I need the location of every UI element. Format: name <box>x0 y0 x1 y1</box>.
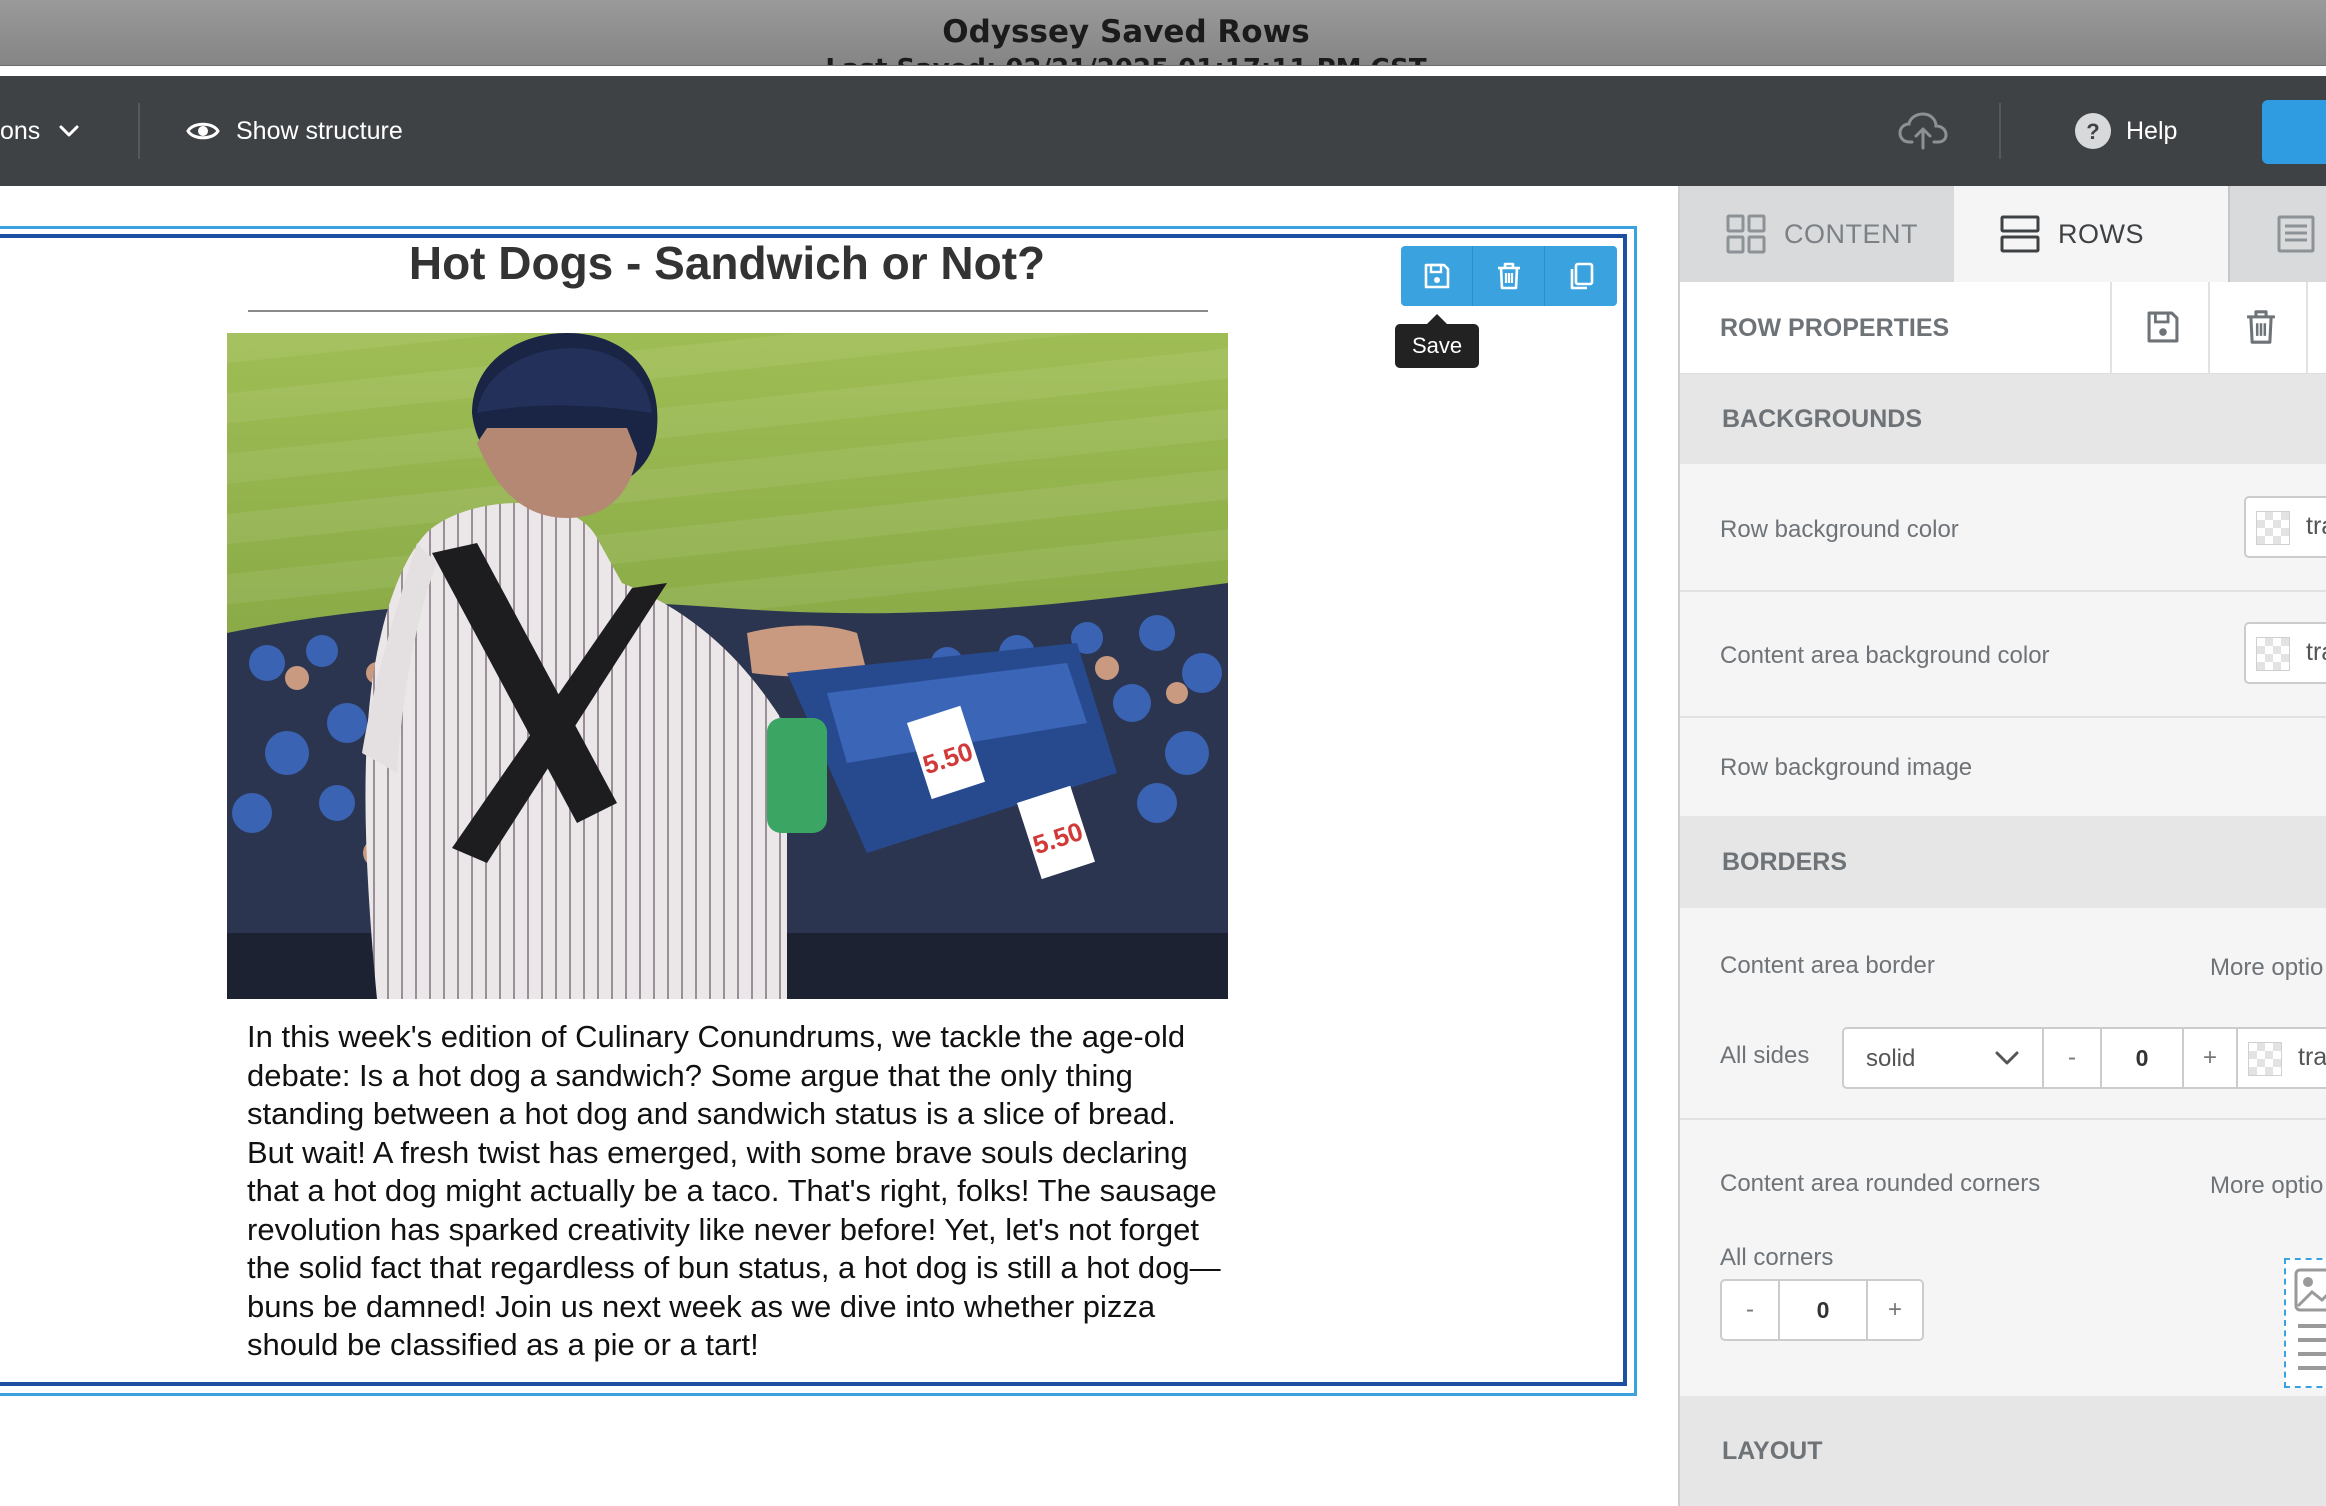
row-bg-color-row: Row background color tra <box>1680 464 2326 592</box>
corner-radius-increment[interactable]: + <box>1868 1281 1922 1339</box>
chevron-down-icon <box>58 124 80 138</box>
corner-radius-stepper: - 0 + <box>1720 1279 1924 1341</box>
tab-rows[interactable]: ROWS <box>1954 186 2228 282</box>
row-bg-color-picker[interactable]: tra <box>2244 496 2326 558</box>
row-bg-image-row[interactable]: Row background image <box>1680 718 2326 816</box>
section-layout[interactable]: LAYOUT <box>1680 1396 2326 1506</box>
save-tooltip: Save <box>1395 314 1480 368</box>
tab-settings[interactable] <box>2228 186 2326 282</box>
help-button[interactable]: ? Help <box>2074 76 2177 186</box>
rounded-corners-label: Content area rounded corners <box>1720 1170 2041 1197</box>
all-sides-label: All sides <box>1720 1042 1810 1069</box>
section-borders[interactable]: BORDERS <box>1680 816 2326 908</box>
help-icon: ? <box>2074 112 2112 150</box>
primary-action-button[interactable] <box>2262 100 2326 164</box>
row-properties-header: ROW PROPERTIES <box>1680 282 2326 374</box>
vendor-photo[interactable]: 5.50 5.50 <box>227 333 1228 999</box>
row-bg-color-value: tra <box>2306 512 2326 540</box>
image-placeholder[interactable] <box>2284 1258 2326 1388</box>
border-color-picker[interactable]: tra <box>2236 1027 2326 1089</box>
content-border-label: Content area border <box>1720 952 1935 979</box>
show-structure-toggle[interactable]: Show structure <box>186 76 403 186</box>
rows-icon <box>2000 214 2040 254</box>
border-width-decrement[interactable]: - <box>2044 1029 2100 1087</box>
article-heading[interactable]: Hot Dogs - Sandwich or Not? <box>228 236 1226 290</box>
section-backgrounds[interactable]: BACKGROUNDS <box>1680 374 2326 464</box>
tab-rows-label: ROWS <box>2058 218 2144 249</box>
editor-toolbar: ons Show structure ? Help <box>0 76 2326 186</box>
last-saved-text: Last Saved: 02/21/2025 01:17:11 PM CST <box>0 54 2252 65</box>
image-icon <box>2294 1268 2326 1378</box>
trash-icon <box>1494 261 1524 291</box>
options-dropdown[interactable]: ons <box>0 76 80 186</box>
window-titlebar: Odyssey Saved Rows Last Saved: 02/21/202… <box>0 0 2326 66</box>
titlebar-gap <box>0 66 2326 76</box>
tab-content-label: CONTENT <box>1784 218 1918 249</box>
toolbar-divider <box>138 103 140 159</box>
transparent-swatch <box>2248 1042 2282 1076</box>
more-options-link[interactable]: More optio <box>2210 954 2323 982</box>
heading-divider[interactable] <box>248 310 1208 312</box>
row-properties-title: ROW PROPERTIES <box>1720 314 1950 342</box>
row-action-bar <box>1401 246 1617 306</box>
section-layout-title: LAYOUT <box>1722 1436 1823 1465</box>
border-style-select[interactable]: solid <box>1842 1027 2044 1089</box>
all-corners-label: All corners <box>1720 1244 1834 1271</box>
section-backgrounds-title: BACKGROUNDS <box>1722 404 1922 433</box>
save-row-properties-button[interactable] <box>2144 308 2182 346</box>
save-row-button[interactable] <box>1401 246 1473 306</box>
tab-content[interactable]: CONTENT <box>1680 186 1954 282</box>
content-bg-color-label: Content area background color <box>1720 642 2050 669</box>
help-label: Help <box>2126 116 2178 145</box>
row-bg-image-label: Row background image <box>1720 754 1973 781</box>
row-bg-color-label: Row background color <box>1720 516 1959 543</box>
toolbar-divider <box>2110 282 2112 374</box>
sidebar-tabs: CONTENT ROWS <box>1680 186 2326 282</box>
transparent-swatch <box>2256 637 2290 671</box>
eye-icon <box>186 119 220 143</box>
save-icon <box>1422 261 1452 291</box>
more-options-link[interactable]: More optio <box>2210 1172 2323 1200</box>
cloud-upload-icon <box>1898 112 1948 150</box>
duplicate-row-button[interactable] <box>1545 246 1617 306</box>
show-structure-label: Show structure <box>236 116 403 145</box>
article-body[interactable]: In this week's edition of Culinary Conun… <box>247 1018 1227 1365</box>
rounded-corners-row: Content area rounded corners More optio … <box>1680 1120 2326 1396</box>
border-width-value[interactable]: 0 <box>2100 1029 2184 1087</box>
chevron-down-icon <box>1994 1049 2020 1067</box>
section-borders-title: BORDERS <box>1722 847 1848 876</box>
cloud-upload-button[interactable] <box>1898 76 1948 186</box>
content-bg-color-row: Content area background color tra <box>1680 592 2326 718</box>
editor-canvas: Hot Dogs - Sandwich or Not? 5.50 5.50 In… <box>0 186 1678 1506</box>
toolbar-divider <box>2208 282 2210 374</box>
grid-icon <box>1726 214 1766 254</box>
document-icon <box>2276 214 2316 254</box>
options-label: ons <box>0 116 41 145</box>
content-bg-color-picker[interactable]: tra <box>2244 622 2326 684</box>
copy-icon <box>1566 261 1596 291</box>
trash-icon <box>2242 308 2280 346</box>
corner-radius-value[interactable]: 0 <box>1778 1281 1868 1339</box>
save-icon <box>2144 308 2182 346</box>
toolbar-divider <box>1999 103 2001 159</box>
svg-text:?: ? <box>2086 119 2099 144</box>
window-title: Odyssey Saved Rows <box>942 14 1310 50</box>
delete-row-button[interactable] <box>1473 246 1545 306</box>
transparent-swatch <box>2256 511 2290 545</box>
border-width-stepper: - 0 + <box>2042 1027 2238 1089</box>
border-width-increment[interactable]: + <box>2184 1029 2236 1087</box>
properties-sidebar: CONTENT ROWS ROW PROPERTIES BACKGROUNDS … <box>1678 186 2326 1506</box>
delete-row-properties-button[interactable] <box>2242 308 2280 346</box>
corner-radius-decrement[interactable]: - <box>1722 1281 1778 1339</box>
content-bg-color-value: tra <box>2306 638 2326 666</box>
border-color-value: tra <box>2298 1043 2326 1071</box>
toolbar-divider <box>2306 282 2308 374</box>
border-style-value: solid <box>1866 1045 1916 1072</box>
